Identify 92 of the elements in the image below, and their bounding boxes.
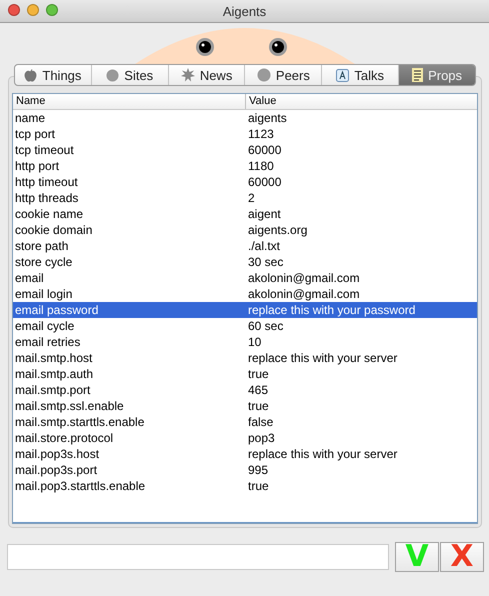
table-cell-text: 30 sec [247,254,284,270]
table-cell-text: true [247,398,270,414]
table-cell-text: 2 [247,190,256,206]
table-cell-text: 465 [247,382,270,398]
table-cell-text: mail.smtp.host [14,350,94,366]
table-cell-text: mail.smtp.starttls.enable [14,414,146,430]
input-field[interactable] [7,544,389,570]
table-row[interactable]: cookie domain aigents.org [13,222,477,238]
table-cell-text: cookie name [14,206,84,222]
table-cell-text: mail.pop3.starttls.enable [14,478,146,494]
tab[interactable]: Peers [244,65,322,85]
table-row[interactable]: email retries 10 [13,334,477,350]
table-cell-text: 10 [247,334,262,350]
table-row[interactable]: cookie name aigent [13,206,477,222]
minimize-icon[interactable] [27,4,39,16]
table-row[interactable]: email cycle 60 sec [13,318,477,334]
tab[interactable]: Props [398,65,475,85]
table-row[interactable]: tcp timeout 60000 [13,142,477,158]
table-cell-text: akolonin@gmail.com [247,286,361,302]
table-row[interactable]: mail.pop3s.port 995 [13,462,477,478]
table-row[interactable]: mail.smtp.starttls.enable false [13,414,477,430]
zoom-icon[interactable] [46,4,58,16]
table-row[interactable]: mail.pop3.starttls.enable true [13,478,477,494]
column-header[interactable]: Value [245,94,477,109]
table-cell-text: mail.smtp.port [14,382,92,398]
table-cell-text: email cycle [14,318,76,334]
burst-icon [180,68,195,82]
table-cell-text: 60000 [247,142,282,158]
close-icon[interactable] [8,4,20,16]
sheet-icon [412,68,424,82]
table-cell-text: email retries [14,334,82,350]
table-row[interactable]: http timeout 60000 [13,174,477,190]
table-cell-text: replace this with your password [247,302,416,318]
column-header[interactable]: Name [13,94,245,109]
table-cell-text: http timeout [14,174,79,190]
table-cell-text: mail.pop3s.port [14,462,98,478]
chat-icon [336,68,350,82]
apple-icon [24,68,38,82]
table-cell-text: tcp port [14,126,56,142]
table-cell-text: 60000 [247,174,282,190]
table-row[interactable]: mail.smtp.port 465 [13,382,477,398]
table-cell-text: mail.smtp.auth [14,366,94,382]
table-cell-text: akolonin@gmail.com [247,270,361,286]
table-cell-text: true [247,366,270,382]
table-row[interactable]: http threads 2 [13,190,477,206]
table-cell-text: aigents [247,110,288,126]
table-cell-text: false [247,414,274,430]
table-row[interactable]: mail.store.protocol pop3 [13,430,477,446]
table-row[interactable]: mail.pop3s.host replace this with your server [13,446,477,462]
table-cell-text: aigent [247,206,282,222]
table-row[interactable]: email login akolonin@gmail.com [13,286,477,302]
table-cell-text: replace this with your server [247,446,398,462]
tab[interactable]: Sites [90,65,168,85]
table-cell-text: store cycle [14,254,74,270]
table-cell-text: name [14,110,46,126]
table-cell-text: ./al.txt [247,238,282,254]
table-cell-text: 995 [247,462,270,478]
table-cell-text: true [247,478,270,494]
window-title: Aigents [222,4,266,18]
table-row[interactable]: store cycle 30 sec [13,254,477,270]
table-row[interactable]: mail.smtp.host replace this with your server [13,350,477,366]
table-cell-text: mail.smtp.ssl.enable [14,398,125,414]
table-row[interactable]: mail.smtp.auth true [13,366,477,382]
table-cell-text: pop3 [247,430,276,446]
table-cell-text: 60 sec [247,318,284,334]
tab[interactable]: Things [15,65,91,85]
table-row[interactable]: email akolonin@gmail.com [13,270,477,286]
cancel-button[interactable]: X [440,542,484,572]
table-cell-text: http threads [14,190,80,206]
table-row[interactable]: http port 1180 [13,158,477,174]
table-cell-text: email login [14,286,74,302]
tab[interactable]: News [168,65,244,85]
table-cell-text: mail.pop3s.host [14,446,100,462]
table-cell-text: aigents.org [247,222,308,238]
table-cell-text: tcp timeout [14,142,75,158]
face-icon [256,68,271,82]
table-row[interactable]: mail.smtp.ssl.enable true [13,398,477,414]
globe-icon [106,68,120,82]
tab[interactable]: Talks [321,65,398,85]
table-cell-text: replace this with your server [247,350,398,366]
table-cell-text: 1123 [247,126,275,142]
table-row[interactable]: store path ./al.txt [13,238,477,254]
table-row[interactable]: name aigents [13,110,477,126]
table-cell-text: mail.store.protocol [14,430,114,446]
table-row[interactable]: email password replace this with your password [13,302,477,318]
table-cell-text: store path [14,238,70,254]
table-cell-text: http port [14,158,60,174]
table-row[interactable]: tcp port 1123 [13,126,477,142]
table-cell-text: 1180 [247,158,275,174]
table-cell-text: cookie domain [14,222,94,238]
table-cell-text: email [14,270,45,286]
table-cell-text: email password [14,302,100,318]
